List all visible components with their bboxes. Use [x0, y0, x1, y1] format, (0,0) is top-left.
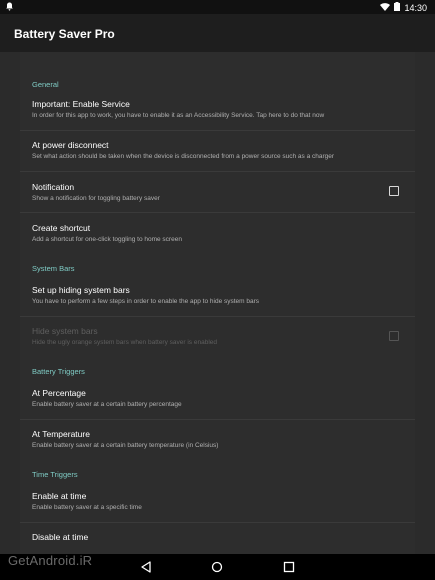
divider [20, 130, 415, 131]
hide-system-bars-checkbox [389, 331, 399, 341]
pref-summary: Enable battery saver at a specific time [32, 504, 142, 511]
divider [20, 419, 415, 420]
pref-title: Set up hiding system bars [32, 285, 130, 295]
pref-summary: In order for this app to work, you have … [32, 112, 325, 119]
back-icon[interactable] [140, 560, 152, 578]
preferences-list[interactable]: General Important: Enable Service In ord… [20, 52, 415, 554]
divider [20, 522, 415, 523]
pref-summary: Enable battery saver at a certain batter… [32, 442, 219, 449]
section-header-system-bars: System Bars [32, 264, 75, 273]
pref-disable-at-time[interactable]: Disable at time [32, 532, 412, 542]
pref-enable-at-time[interactable]: Enable at time Enable battery saver at a… [32, 491, 412, 511]
pref-setup-hiding-system-bars[interactable]: Set up hiding system bars You have to pe… [32, 285, 412, 305]
pref-title: At Temperature [32, 429, 90, 439]
battery-icon [394, 2, 401, 13]
status-bar: 14:30 [0, 0, 435, 14]
pref-at-temperature[interactable]: At Temperature Enable battery saver at a… [32, 429, 412, 449]
pref-summary: Enable battery saver at a certain batter… [32, 401, 182, 408]
pref-title: Enable at time [32, 491, 87, 501]
clock: 14:30 [404, 2, 427, 13]
pref-title: At Percentage [32, 388, 86, 398]
divider [20, 212, 415, 213]
pref-summary: Show a notification for toggling battery… [32, 195, 160, 202]
pref-power-disconnect[interactable]: At power disconnect Set what action shou… [32, 140, 412, 160]
home-icon[interactable] [211, 560, 223, 578]
pref-summary: You have to perform a few steps in order… [32, 298, 260, 305]
pref-summary: Hide the ugly orange system bars when ba… [32, 339, 217, 346]
section-header-time-triggers: Time Triggers [32, 470, 78, 479]
pref-summary: Add a shortcut for one-click toggling to… [32, 236, 182, 243]
wifi-icon [380, 2, 391, 13]
preferences-content: General Important: Enable Service In ord… [0, 52, 435, 554]
pref-title: Hide system bars [32, 326, 98, 336]
pref-title: At power disconnect [32, 140, 109, 150]
pref-notification[interactable]: Notification Show a notification for tog… [32, 182, 412, 202]
section-header-battery-triggers: Battery Triggers [32, 367, 85, 376]
pref-title: Disable at time [32, 532, 89, 542]
pref-create-shortcut[interactable]: Create shortcut Add a shortcut for one-c… [32, 223, 412, 243]
notification-icon [6, 2, 13, 13]
pref-summary: Set what action should be taken when the… [32, 153, 335, 160]
divider [20, 316, 415, 317]
divider [20, 171, 415, 172]
section-header-general: General [32, 80, 59, 89]
watermark: GetAndroid.iR [8, 553, 93, 568]
recents-icon[interactable] [283, 560, 295, 578]
notification-checkbox[interactable] [389, 186, 399, 196]
pref-title: Important: Enable Service [32, 99, 130, 109]
pref-hide-system-bars: Hide system bars Hide the ugly orange sy… [32, 326, 412, 346]
pref-title: Create shortcut [32, 223, 91, 233]
app-title: Battery Saver Pro [14, 27, 115, 41]
pref-enable-service[interactable]: Important: Enable Service In order for t… [32, 99, 412, 119]
app-bar: Battery Saver Pro [0, 14, 435, 52]
pref-title: Notification [32, 182, 75, 192]
pref-at-percentage[interactable]: At Percentage Enable battery saver at a … [32, 388, 412, 408]
